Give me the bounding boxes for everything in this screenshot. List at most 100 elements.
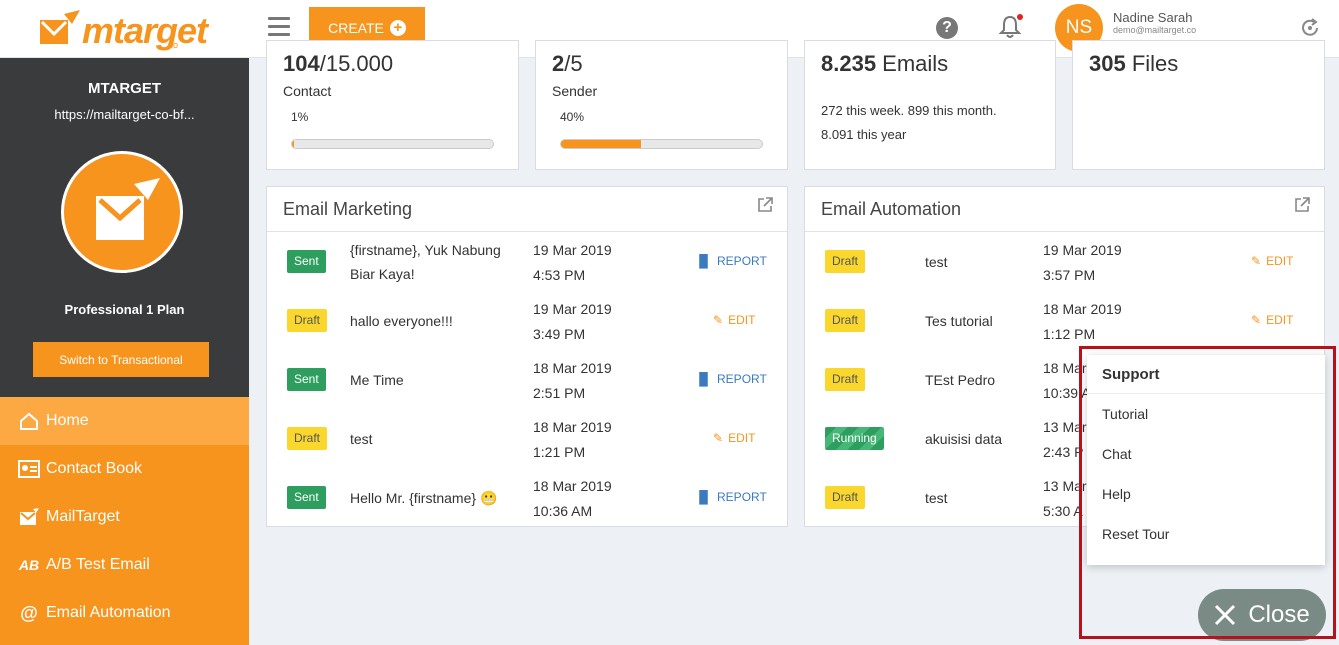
table-row[interactable]: Sent Me Time 18 Mar 2019 2:51 PM ▐▌ REPORT	[267, 350, 787, 409]
support-menu: Support Tutorial Chat Help Reset Tour	[1087, 355, 1325, 565]
status-badge: Sent	[287, 250, 326, 273]
user-email: demo@mailtarget.co	[1113, 25, 1197, 35]
support-item-tutorial[interactable]: Tutorial	[1102, 406, 1148, 422]
table-row[interactable]: Draft test 18 Mar 2019 1:21 PM ✎ EDIT	[267, 409, 787, 468]
panel-title: Email Marketing	[283, 199, 413, 219]
at-icon: @	[20, 602, 38, 623]
sender-count: 2/5	[552, 51, 583, 76]
automation-name: test	[925, 254, 948, 270]
logo-wordmark: mtarget	[82, 10, 208, 51]
pencil-icon: ✎	[1251, 313, 1262, 327]
close-icon	[1215, 604, 1236, 626]
campaign-name: test	[350, 431, 373, 447]
sidebar: MTARGET https://mailtarget-co-bf... Prof…	[0, 58, 249, 645]
sidebar-item-label: Email Automation	[46, 604, 171, 621]
switch-to-transactional-button[interactable]: Switch to Transactional	[33, 342, 209, 377]
pencil-icon: ✎	[713, 313, 724, 327]
menu-toggle-icon[interactable]	[268, 17, 290, 37]
contact-progress-fill	[292, 140, 294, 148]
campaign-date: 19 Mar 2019 3:49 PM	[533, 301, 612, 342]
logo-envelope-icon	[40, 10, 80, 44]
account-title: MTARGET	[87, 80, 162, 97]
report-link[interactable]: ▐▌ REPORT	[695, 254, 767, 268]
support-item-chat[interactable]: Chat	[1102, 446, 1132, 462]
mtarget-logo[interactable]: mtarget .co	[38, 8, 208, 52]
logo-suffix: .co	[166, 40, 179, 50]
status-badge: Running	[825, 427, 884, 450]
automation-date: 18 Mar 10:39 A	[1043, 360, 1091, 401]
bar-chart-icon: ▐▌	[695, 490, 713, 504]
mail-icon	[18, 507, 40, 527]
campaign-date: 19 Mar 2019 4:53 PM	[533, 242, 612, 283]
table-row[interactable]: Draft test 19 Mar 2019 3:57 PM ✎ EDIT	[805, 232, 1324, 291]
help-icon[interactable]: ?	[936, 17, 958, 39]
sidebar-item-email-automation[interactable]: @ Email Automation	[0, 589, 249, 637]
files-count: 305 Files	[1089, 51, 1179, 76]
contact-progress-bar	[291, 139, 494, 149]
table-row[interactable]: Sent Hello Mr. {firstname} 😬 18 Mar 2019…	[267, 468, 787, 527]
panel-title: Email Automation	[821, 199, 962, 219]
support-item-reset-tour[interactable]: Reset Tour	[1102, 526, 1169, 542]
refresh-icon[interactable]	[1298, 16, 1322, 40]
home-icon	[18, 411, 40, 431]
external-link-icon[interactable]	[1293, 196, 1311, 214]
table-row[interactable]: Draft Tes tutorial 18 Mar 2019 1:12 PM ✎ E…	[805, 291, 1324, 350]
campaign-name: Hello Mr. {firstname} 😬	[350, 490, 498, 506]
automation-date: 13 Mar 5:30 A	[1043, 478, 1087, 519]
automation-name: akuisisi data	[925, 431, 1003, 447]
status-badge: Draft	[825, 250, 866, 273]
sender-percent: 40%	[560, 110, 585, 124]
sidebar-item-label: MailTarget	[46, 508, 120, 525]
contact-percent: 1%	[291, 110, 309, 124]
sidebar-item-home[interactable]: Home	[0, 397, 249, 445]
contact-count: 104/15.000	[283, 51, 394, 76]
sidebar-nav: Home Contact Book MailTarget AB A/B Test…	[0, 397, 249, 645]
edit-link[interactable]: ✎ EDIT	[713, 431, 755, 445]
contact-stat-card: 104/15.000 Contact 1%	[266, 40, 519, 170]
status-badge: Draft	[287, 427, 328, 450]
user-name[interactable]: Nadine Sarah	[1113, 10, 1193, 25]
status-badge: Draft	[825, 486, 866, 509]
automation-date: 13 Mar 2:43 P	[1043, 419, 1087, 460]
table-row[interactable]: Draft hallo everyone!!! 19 Mar 2019 3:49 …	[267, 291, 787, 350]
sidebar-item-label: Home	[46, 412, 89, 429]
automation-name: TEst Pedro	[925, 372, 996, 388]
emails-stat-card: 8.235 Emails 272 this week. 899 this mon…	[804, 40, 1056, 170]
sidebar-item-ab-test[interactable]: AB A/B Test Email	[0, 541, 249, 589]
campaign-date: 18 Mar 2019 1:21 PM	[533, 419, 612, 460]
contact-card-icon	[18, 459, 40, 479]
pencil-icon: ✎	[1251, 254, 1262, 268]
sidebar-item-mailtarget[interactable]: MailTarget	[0, 493, 249, 541]
pencil-icon: ✎	[713, 431, 724, 445]
support-item-help[interactable]: Help	[1102, 486, 1131, 502]
status-badge: Draft	[825, 368, 866, 391]
automation-date: 19 Mar 2019 3:57 PM	[1043, 242, 1122, 283]
plan-name: Professional 1 Plan	[64, 302, 185, 317]
account-url: https://mailtarget-co-bf...	[54, 107, 195, 122]
emails-week-month: 272 this week. 899 this month.	[821, 103, 997, 118]
edit-link[interactable]: ✎ EDIT	[1251, 254, 1293, 268]
notification-dot	[1017, 14, 1023, 20]
report-link[interactable]: ▐▌ REPORT	[695, 490, 767, 504]
edit-link[interactable]: ✎ EDIT	[713, 313, 755, 327]
close-support-button[interactable]: Close	[1198, 589, 1326, 641]
sender-label: Sender	[552, 83, 598, 99]
plus-icon: +	[389, 19, 406, 36]
status-badge: Draft	[825, 309, 866, 332]
edit-link[interactable]: ✎ EDIT	[1251, 313, 1293, 327]
automation-name: Tes tutorial	[925, 313, 993, 329]
report-link[interactable]: ▐▌ REPORT	[695, 372, 767, 386]
emails-count: 8.235 Emails	[821, 51, 949, 76]
account-logo	[61, 151, 183, 273]
close-label: Close	[1248, 601, 1310, 628]
campaign-name: Me Time	[350, 372, 404, 388]
sender-progress-fill	[561, 140, 642, 148]
support-title: Support	[1102, 366, 1160, 383]
sender-stat-card: 2/5 Sender 40%	[535, 40, 788, 170]
external-link-icon[interactable]	[756, 196, 774, 214]
table-row[interactable]: Sent {firstname}, Yuk Nabung Biar Kaya! …	[267, 232, 787, 291]
sidebar-item-contact-book[interactable]: Contact Book	[0, 445, 249, 493]
emails-year: 8.091 this year	[821, 127, 907, 142]
contact-label: Contact	[283, 83, 332, 99]
sender-progress-bar	[560, 139, 763, 149]
